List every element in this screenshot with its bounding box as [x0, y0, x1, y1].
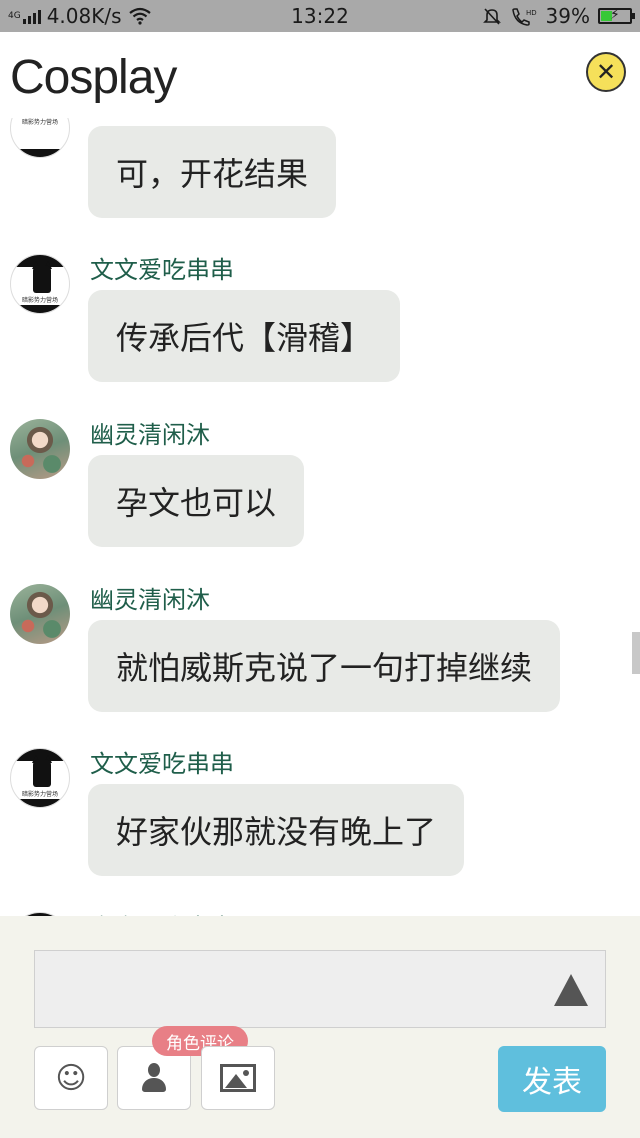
message-bubble: 传承后代【滑稽】	[88, 290, 401, 382]
header: Cosplay ✕	[0, 32, 640, 118]
chat-list[interactable]: 暗影势力营场 可，开花结果 暗影势力营场 文文爱吃串串 传承后代【滑稽】 幽灵清…	[0, 118, 640, 916]
avatar-caption: 暗影势力营场	[21, 791, 58, 798]
mute-icon	[482, 8, 501, 25]
message-bubble: 好家伙那就没有晚上了	[88, 784, 465, 876]
username[interactable]: 幽灵清闲沐	[90, 580, 210, 615]
avatar[interactable]: 暗影势力营场	[10, 118, 70, 158]
message-bubble: 孕文也可以	[88, 455, 305, 547]
comment-input[interactable]	[34, 950, 606, 1028]
avatar[interactable]: 暗影势力营场	[10, 748, 70, 808]
hd-call-icon: HD	[511, 8, 537, 26]
avatar[interactable]: 暗影势力营场	[10, 254, 70, 314]
username[interactable]: 文文爱吃串串	[90, 250, 234, 285]
send-button[interactable]: 发表	[498, 1046, 606, 1112]
message-bubble: 就怕威斯克说了一句打掉继续	[88, 620, 561, 712]
expand-triangle-icon[interactable]	[554, 974, 588, 1006]
close-button[interactable]: ✕	[586, 52, 626, 92]
username[interactable]: 幽灵清闲沐	[90, 415, 210, 450]
avatar[interactable]	[10, 419, 70, 479]
battery-icon: ⚡	[598, 7, 635, 24]
composer: ☺ 角色评论 发表	[0, 916, 640, 1138]
person-icon	[140, 1063, 168, 1093]
avatar-caption: 暗影势力营场	[21, 119, 58, 126]
username[interactable]: 文文爱吃串串	[90, 908, 234, 916]
image-button[interactable]	[201, 1046, 275, 1110]
username[interactable]: 文文爱吃串串	[90, 744, 234, 779]
avatar[interactable]	[10, 584, 70, 644]
svg-text:HD: HD	[526, 9, 537, 17]
emoji-button[interactable]: ☺	[34, 1046, 108, 1110]
scrollbar[interactable]	[632, 632, 640, 674]
status-bar: 4G 4.08K/s 13:22 HD 39% ⚡	[0, 0, 640, 32]
page-title: Cosplay	[10, 51, 177, 104]
image-icon	[220, 1064, 256, 1092]
emoji-icon: ☺	[55, 1060, 87, 1096]
status-right: HD 39% ⚡	[482, 4, 635, 28]
avatar-caption: 暗影势力营场	[21, 297, 58, 304]
close-icon: ✕	[595, 58, 617, 86]
battery-percent: 39%	[545, 4, 590, 28]
message-bubble: 可，开花结果	[88, 126, 337, 218]
